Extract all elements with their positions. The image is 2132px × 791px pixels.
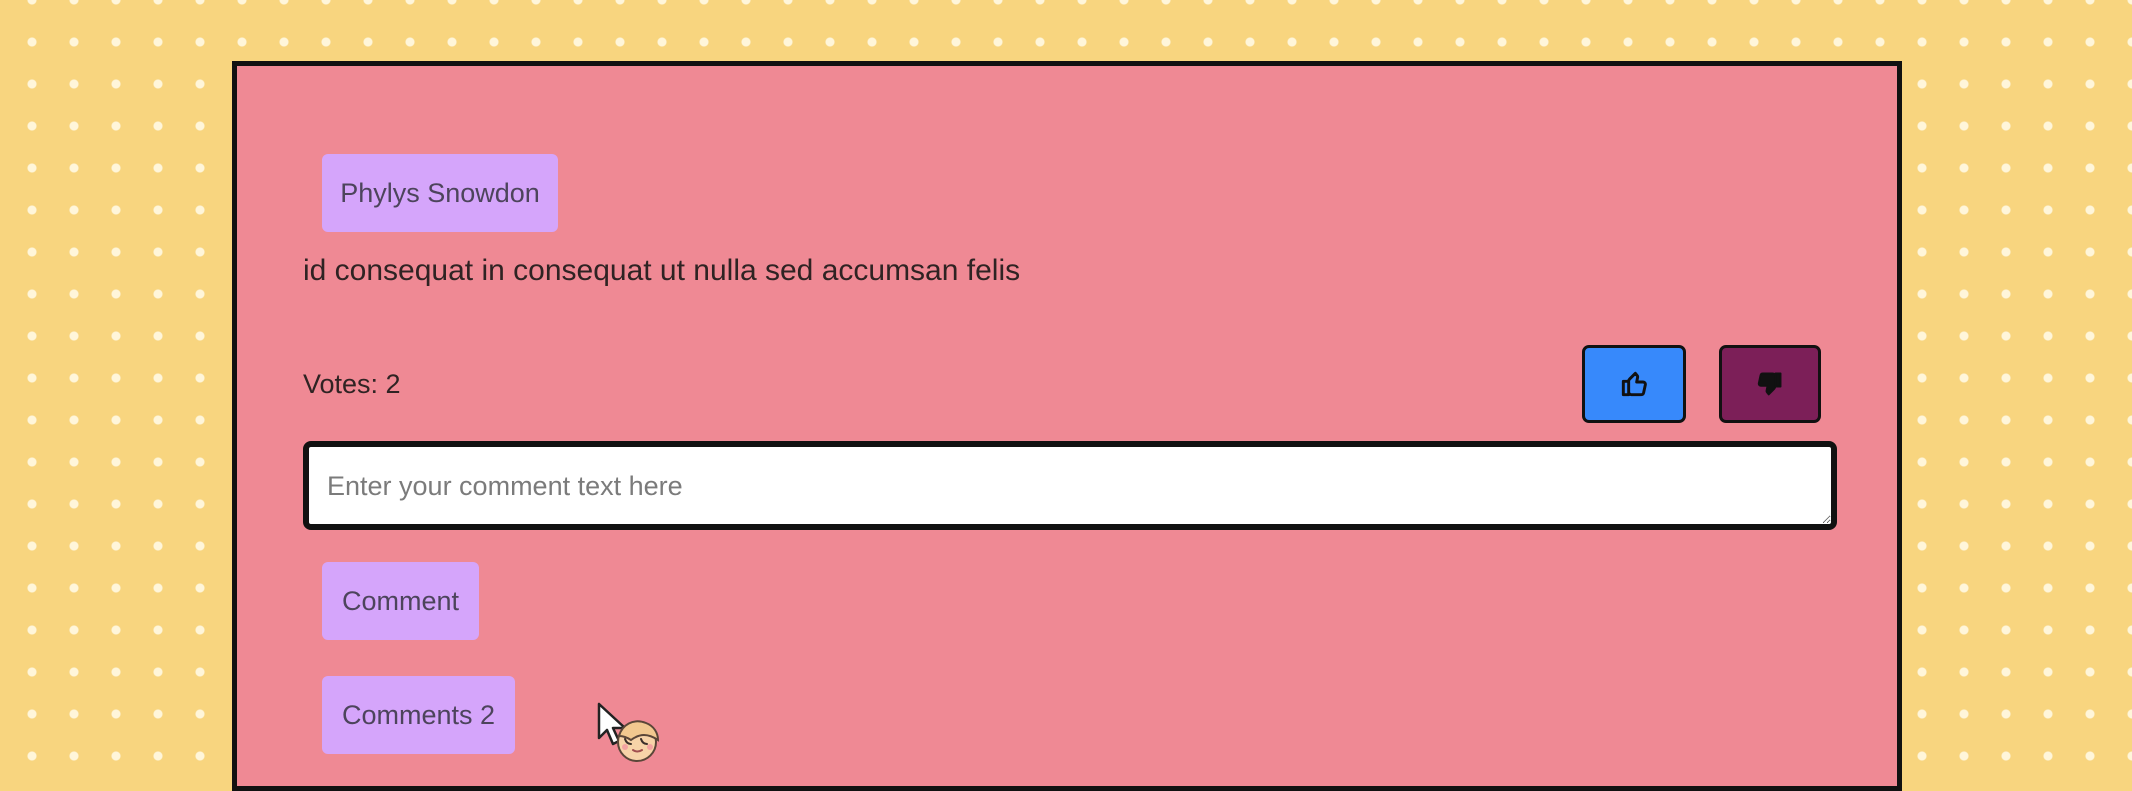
comment-text-input[interactable] [303, 441, 1837, 530]
votes-count: Votes: 2 [303, 369, 401, 399]
post-card: Phylys Snowdon id consequat in consequat… [232, 61, 1902, 791]
upvote-button[interactable] [1582, 345, 1686, 423]
comments-toggle-button[interactable]: Comments 2 [322, 676, 515, 754]
post-text: id consequat in consequat ut nulla sed a… [303, 254, 1021, 287]
author-name-tag[interactable]: Phylys Snowdon [322, 154, 558, 232]
thumbs-down-icon [1754, 368, 1786, 400]
thumbs-up-icon [1618, 368, 1650, 400]
comment-submit-button[interactable]: Comment [322, 562, 479, 640]
downvote-button[interactable] [1719, 345, 1821, 423]
